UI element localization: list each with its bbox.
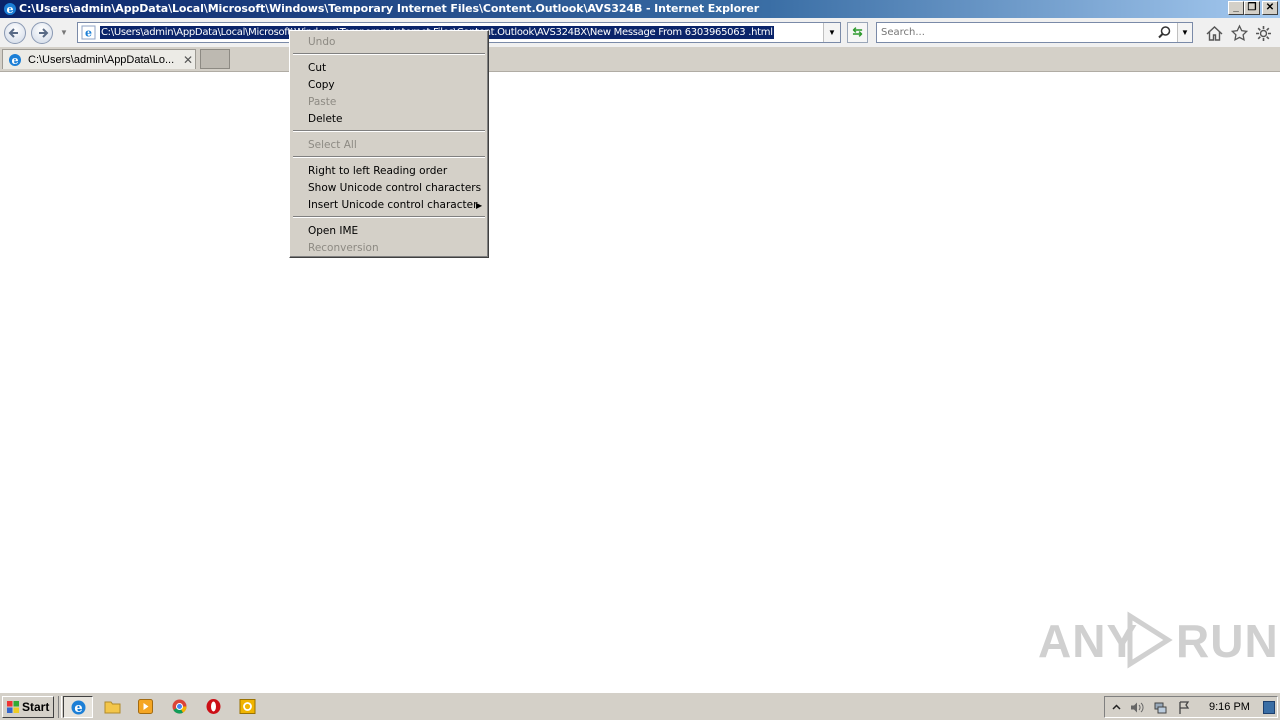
refresh-arrows-icon: ⇆ xyxy=(852,25,863,39)
menu-item-insert-unicode[interactable]: Insert Unicode control character xyxy=(308,199,477,211)
back-button[interactable] xyxy=(4,22,26,44)
menu-item-undo: Undo xyxy=(308,36,336,48)
internet-explorer-icon: e xyxy=(71,700,86,716)
taskbar-opera[interactable] xyxy=(199,696,229,718)
menu-item-paste: Paste xyxy=(308,96,337,108)
outlook-icon xyxy=(239,699,256,714)
taskbar-chrome[interactable] xyxy=(165,696,195,718)
new-tab-button[interactable] xyxy=(200,49,230,69)
media-player-icon xyxy=(138,699,153,714)
close-button[interactable]: ✕ xyxy=(1262,1,1278,15)
start-button[interactable]: Start xyxy=(2,696,54,718)
home-icon[interactable] xyxy=(1205,24,1224,43)
taskbar-media-player[interactable] xyxy=(131,696,161,718)
volume-icon[interactable] xyxy=(1129,700,1144,715)
tab-active[interactable]: e C:\Users\admin\AppData\Lo... ✕ xyxy=(2,49,196,69)
back-arrow-icon xyxy=(8,28,18,38)
action-center-flag-icon[interactable] xyxy=(1177,700,1192,715)
chrome-icon xyxy=(172,699,187,714)
search-input[interactable] xyxy=(881,26,1151,39)
taskbar-outlook[interactable] xyxy=(233,696,263,718)
tab-label: C:\Users\admin\AppData\Lo... xyxy=(28,54,175,66)
submenu-arrow-icon: ▶ xyxy=(476,201,483,210)
start-label: Start xyxy=(22,700,50,714)
folder-icon xyxy=(104,701,121,714)
opera-icon xyxy=(206,699,221,714)
menu-item-copy[interactable]: Copy xyxy=(308,79,335,91)
title-bar[interactable]: e C:\Users\admin\AppData\Local\Microsoft… xyxy=(0,0,1280,18)
taskbar-clock[interactable]: 9:16 PM xyxy=(1209,701,1250,713)
history-dropdown-icon[interactable]: ▼ xyxy=(60,28,68,37)
taskbar: Start e 9:16 PM xyxy=(0,692,1280,720)
search-icon[interactable] xyxy=(1157,25,1172,40)
menu-item-show-unicode[interactable]: Show Unicode control characters xyxy=(308,182,481,194)
taskbar-file-explorer[interactable] xyxy=(98,696,128,718)
window-title: C:\Users\admin\AppData\Local\Microsoft\W… xyxy=(19,2,760,15)
svg-text:e: e xyxy=(7,3,14,16)
menu-item-delete[interactable]: Delete xyxy=(308,113,343,125)
menu-item-open-ime[interactable]: Open IME xyxy=(308,225,358,237)
forward-arrow-icon xyxy=(39,28,49,38)
tab-close-icon[interactable]: ✕ xyxy=(183,53,193,67)
svg-text:e: e xyxy=(74,701,82,716)
menu-item-cut[interactable]: Cut xyxy=(308,62,326,74)
ie-logo-icon: e xyxy=(4,3,16,16)
search-box[interactable]: ▼ xyxy=(876,22,1193,43)
settings-gear-icon[interactable] xyxy=(1254,24,1273,43)
tab-strip: e C:\Users\admin\AppData\Lo... ✕ xyxy=(0,47,1280,72)
context-menu: Undo Cut Copy Paste Delete Select All Ri… xyxy=(289,30,489,258)
favorites-star-icon[interactable] xyxy=(1230,24,1249,43)
show-desktop-button[interactable] xyxy=(1263,701,1275,714)
go-button[interactable]: ⇆ xyxy=(847,22,868,43)
network-icon[interactable] xyxy=(1153,700,1168,715)
svg-text:e: e xyxy=(12,54,19,67)
menu-separator xyxy=(293,53,485,55)
menu-item-rtl-reading-order[interactable]: Right to left Reading order xyxy=(308,165,447,177)
navigation-toolbar: ▼ e C:\Users\admin\AppData\Local\Microso… xyxy=(0,18,1280,47)
menu-separator xyxy=(293,216,485,218)
windows-logo-icon xyxy=(7,701,19,713)
svg-text:e: e xyxy=(85,27,92,40)
minimize-button[interactable]: _ xyxy=(1228,1,1244,15)
taskbar-internet-explorer[interactable]: e xyxy=(63,696,93,718)
ie-tab-icon: e xyxy=(9,54,21,67)
address-dropdown-icon[interactable]: ▼ xyxy=(823,23,840,42)
page-icon: e xyxy=(81,25,96,40)
taskbar-separator xyxy=(58,696,62,718)
menu-separator xyxy=(293,130,485,132)
menu-separator xyxy=(293,156,485,158)
play-logo-icon xyxy=(1127,611,1173,669)
system-tray: 9:16 PM xyxy=(1104,696,1278,718)
search-dropdown-icon[interactable]: ▼ xyxy=(1177,23,1192,42)
menu-item-reconversion: Reconversion xyxy=(308,242,379,254)
watermark-text-right: RUN xyxy=(1176,615,1279,667)
restore-button[interactable]: ❐ xyxy=(1244,1,1260,15)
menu-item-select-all: Select All xyxy=(308,139,357,151)
forward-button[interactable] xyxy=(31,22,53,44)
show-hidden-icons-icon[interactable] xyxy=(1109,700,1124,715)
